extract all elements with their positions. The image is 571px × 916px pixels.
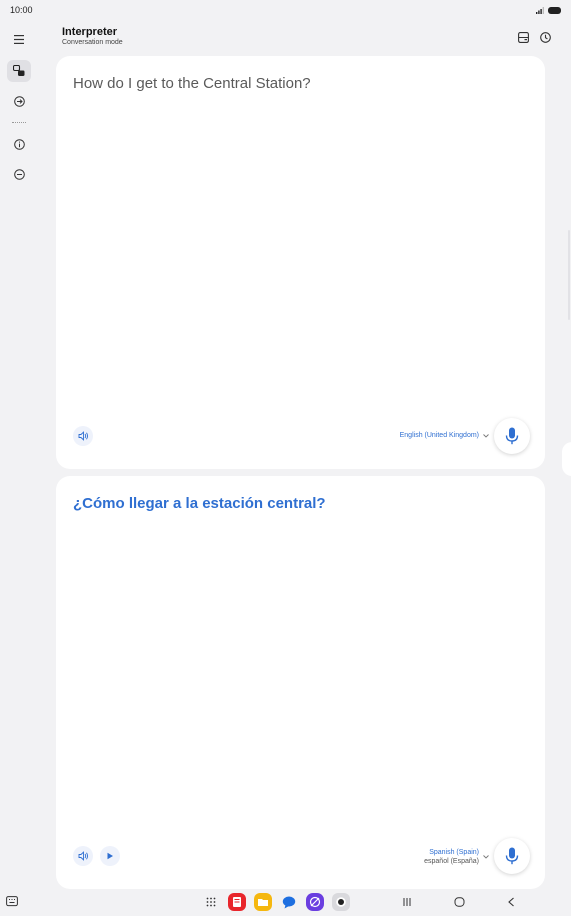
translate-text-icon [13,95,25,107]
signal-icon [536,6,544,14]
source-speak-button[interactable] [73,426,93,446]
internet-button[interactable] [306,893,324,911]
info-icon [13,138,25,150]
app-header: Interpreter Conversation mode [62,26,552,52]
apps-button[interactable] [202,893,220,911]
translated-text[interactable]: ¿Cómo llegar a la estación central? [73,494,523,514]
messages-button[interactable] [280,893,298,911]
play-icon [107,852,113,860]
source-language-select[interactable]: English (United Kingdom) [400,432,489,439]
info-button[interactable] [7,133,31,155]
source-mic-button[interactable] [494,418,530,454]
history-icon [539,31,551,43]
target-mic-button[interactable] [494,838,530,874]
yellow-app-button[interactable] [254,893,272,911]
target-language-labels: Spanish (Spain) español (España) [424,848,479,866]
status-indicators [536,6,561,14]
recents-icon [403,898,411,906]
menu-button[interactable] [7,28,31,50]
target-language-select[interactable]: Spanish (Spain) español (España) [424,848,489,866]
status-bar: 10:00 [0,0,571,20]
red-app-button[interactable] [228,893,246,911]
edge-panel-handle[interactable] [562,442,571,476]
home-button[interactable] [450,894,468,910]
text-translate-button[interactable] [7,90,31,112]
microphone-icon [505,427,519,445]
apps-grid-icon [206,897,216,907]
sidebar-divider [12,122,26,123]
source-panel: How do I get to the Central Station? Eng… [56,56,545,469]
microphone-icon [505,847,519,865]
target-language-label: Spanish (Spain) [429,849,479,856]
taskbar [0,888,571,916]
back-button[interactable] [502,894,520,910]
yellow-app-icon [258,899,268,906]
history-button[interactable] [538,30,552,44]
target-panel: ¿Cómo llegar a la estación central? Span… [56,476,545,889]
back-icon [508,897,514,907]
minus-circle-icon [13,168,25,180]
menu-icon [14,34,24,44]
messages-icon [282,896,296,908]
navigation-bar [398,894,520,910]
internet-icon [309,896,321,908]
recents-button[interactable] [398,894,416,910]
target-language-native: español (España) [424,858,479,865]
keyboard-toggle-button[interactable] [6,895,18,913]
source-language-label: English (United Kingdom) [399,432,479,439]
conversation-icon [13,65,25,76]
edge-panel-indicator [568,230,570,320]
chevron-down-icon [483,855,489,859]
target-speak-button[interactable] [73,846,93,866]
speaker-icon [78,431,88,441]
chevron-down-icon [483,433,489,438]
mode-subtitle: Conversation mode [62,39,123,46]
status-time: 10:00 [10,5,33,15]
keyboard-icon [6,896,18,907]
minimize-button[interactable] [7,163,31,185]
camera-button[interactable] [332,893,350,911]
app-dock [202,893,350,911]
app-title: Interpreter [62,26,118,38]
source-text[interactable]: How do I get to the Central Station? [73,74,523,94]
conversation-mode-button[interactable] [7,60,31,82]
split-view-icon [517,31,529,43]
split-view-button[interactable] [516,30,530,44]
header-actions [516,30,552,44]
camera-icon [336,897,346,907]
red-app-icon [233,897,241,907]
speaker-icon [78,851,88,861]
play-button[interactable] [100,846,120,866]
home-icon [454,897,464,907]
battery-icon [548,6,561,14]
sidebar [0,28,38,888]
